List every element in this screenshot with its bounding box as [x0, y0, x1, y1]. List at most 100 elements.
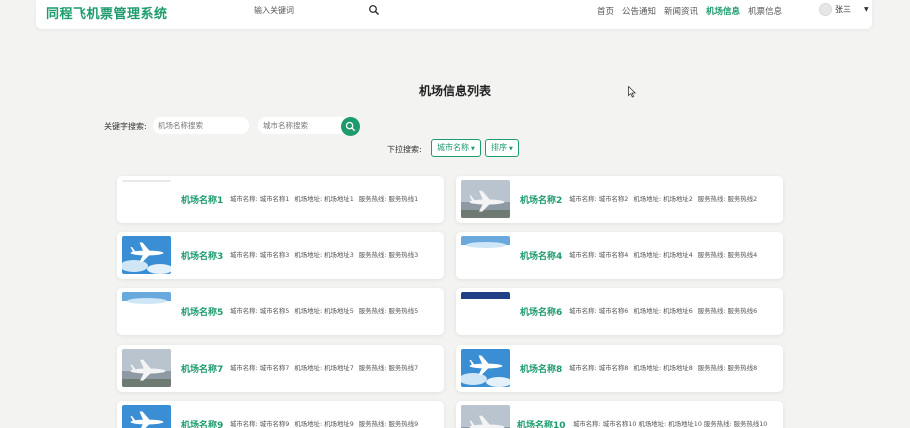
airport-info: 城市名称: 城市名称8 机场地址: 机场地址8 服务热线: 服务热线8: [569, 363, 762, 372]
city-name-dropdown[interactable]: 城市名称 ▼: [431, 139, 481, 157]
city-name-dropdown-label: 城市名称: [437, 143, 469, 152]
service-hotline: 服务热线: 服务热线1: [358, 195, 419, 203]
airport-name[interactable]: 机场名称2: [520, 193, 562, 206]
city-name: 城市名称: 城市名称10: [573, 420, 637, 428]
nav-item-news[interactable]: 新闻资讯: [664, 5, 698, 17]
airport-address: 机场地址: 机场地址9: [294, 420, 354, 428]
page-title: 机场信息列表: [418, 84, 491, 98]
airport-card[interactable]: 机场名称7 城市名称: 城市名称7 机场地址: 机场地址7 服务热线: 服务热线7: [117, 345, 444, 392]
airport-info: 城市名称: 城市名称5 机场地址: 机场地址5 服务热线: 服务热线5: [230, 306, 423, 315]
airport-photo: [122, 405, 171, 428]
airport-thumbnail[interactable]: [122, 292, 171, 330]
service-hotline: 服务热线: 服务热线6: [697, 307, 758, 315]
service-hotline: 服务热线: 服务热线2: [697, 195, 758, 203]
airport-thumbnail[interactable]: [122, 349, 171, 387]
service-hotline: 服务热线: 服务热线4: [697, 251, 758, 259]
airport-card[interactable]: 机场名称10 城市名称: 城市名称10 机场地址: 机场地址10 服务热线: 服务热…: [456, 401, 783, 428]
airport-info: 城市名称: 城市名称4 机场地址: 机场地址4 服务热线: 服务热线4: [569, 250, 762, 259]
airport-address: 机场地址: 机场地址4: [633, 251, 693, 259]
user-menu[interactable]: 张三 ▼: [819, 3, 869, 16]
airport-info: 城市名称: 城市名称3 机场地址: 机场地址3 服务热线: 服务热线3: [230, 250, 423, 259]
airport-card[interactable]: 机场名称2 城市名称: 城市名称2 机场地址: 机场地址2 服务热线: 服务热线2: [456, 176, 783, 223]
airport-name[interactable]: 机场名称4: [520, 249, 562, 262]
airport-photo: [461, 349, 510, 387]
airport-card[interactable]: 机场名称8 城市名称: 城市名称8 机场地址: 机场地址8 服务热线: 服务热线8: [456, 345, 783, 392]
city-name: 城市名称: 城市名称1: [230, 195, 290, 203]
airport-photo: [122, 349, 171, 387]
city-name: 城市名称: 城市名称8: [569, 364, 629, 372]
mouse-cursor-icon: [628, 86, 636, 98]
nav-item-notices[interactable]: 公告通知: [622, 5, 656, 17]
airport-thumbnail[interactable]: [461, 405, 510, 428]
airport-photo: [461, 236, 510, 274]
airport-card[interactable]: 机场名称4 城市名称: 城市名称4 机场地址: 机场地址4 服务热线: 服务热线4: [456, 232, 783, 279]
airport-info: 城市名称: 城市名称9 机场地址: 机场地址9 服务热线: 服务热线9: [230, 419, 423, 428]
airport-address: 机场地址: 机场地址5: [294, 307, 354, 315]
airport-thumbnail[interactable]: [461, 292, 510, 330]
airport-thumbnail[interactable]: [122, 236, 171, 274]
brand-title[interactable]: 同程飞机票管理系统: [46, 3, 168, 22]
airport-thumbnail[interactable]: [122, 180, 171, 218]
airport-name[interactable]: 机场名称5: [181, 305, 223, 318]
nav-item-tickets[interactable]: 机票信息: [748, 5, 782, 17]
airport-name[interactable]: 机场名称8: [520, 362, 562, 375]
city-name: 城市名称: 城市名称2: [569, 195, 629, 203]
search-icon[interactable]: [368, 4, 380, 16]
avatar[interactable]: [819, 3, 832, 16]
city-name: 城市名称: 城市名称7: [230, 364, 290, 372]
airport-card[interactable]: 机场名称5 城市名称: 城市名称5 机场地址: 机场地址5 服务热线: 服务热线5: [117, 288, 444, 335]
airport-name[interactable]: 机场名称7: [181, 362, 223, 375]
airport-name[interactable]: 机场名称6: [520, 305, 562, 318]
service-hotline: 服务热线: 服务热线7: [358, 364, 419, 372]
caret-down-icon[interactable]: ▼: [864, 6, 869, 13]
header-search-input[interactable]: 输入关键词: [254, 4, 386, 18]
top-header: 同程飞机票管理系统 输入关键词 首页 公告通知 新闻资讯 机场信息 机票信息 张…: [36, 0, 872, 29]
city-name-search-input[interactable]: 城市名称搜索: [258, 117, 354, 134]
dropdown-search-label: 下拉搜索:: [387, 145, 422, 154]
airport-card[interactable]: 机场名称6 城市名称: 城市名称6 机场地址: 机场地址6 服务热线: 服务热线6: [456, 288, 783, 335]
airport-name[interactable]: 机场名称9: [181, 418, 223, 428]
airport-photo: [122, 180, 171, 218]
airport-photo: [461, 405, 510, 428]
airport-name-search-input[interactable]: 机场名称搜索: [153, 117, 249, 134]
airport-card[interactable]: 机场名称9 城市名称: 城市名称9 机场地址: 机场地址9 服务热线: 服务热线9: [117, 401, 444, 428]
airport-thumbnail[interactable]: [122, 405, 171, 428]
keyword-search-label: 关键字搜索:: [104, 122, 147, 131]
sort-dropdown-label: 排序: [491, 143, 507, 152]
airport-address: 机场地址: 机场地址3: [294, 251, 354, 259]
airport-name[interactable]: 机场名称10: [517, 418, 566, 428]
main-nav: 首页 公告通知 新闻资讯 机场信息 机票信息: [597, 5, 782, 17]
sort-dropdown[interactable]: 排序 ▼: [485, 139, 519, 157]
airport-info: 城市名称: 城市名称7 机场地址: 机场地址7 服务热线: 服务热线7: [230, 363, 423, 372]
service-hotline: 服务热线: 服务热线9: [358, 420, 419, 428]
airport-address: 机场地址: 机场地址2: [633, 195, 693, 203]
search-icon: [345, 121, 356, 132]
city-name: 城市名称: 城市名称3: [230, 251, 290, 259]
airport-card[interactable]: 机场名称3 城市名称: 城市名称3 机场地址: 机场地址3 服务热线: 服务热线3: [117, 232, 444, 279]
airport-photo: [122, 292, 171, 330]
airport-card[interactable]: 机场名称1 城市名称: 城市名称1 机场地址: 机场地址1 服务热线: 服务热线1: [117, 176, 444, 223]
airport-photo: [461, 292, 510, 330]
airport-name[interactable]: 机场名称1: [181, 193, 223, 206]
airport-address: 机场地址: 机场地址1: [294, 195, 354, 203]
airport-thumbnail[interactable]: [461, 236, 510, 274]
service-hotline: 服务热线: 服务热线8: [697, 364, 758, 372]
city-name: 城市名称: 城市名称5: [230, 307, 290, 315]
city-name: 城市名称: 城市名称6: [569, 307, 629, 315]
airport-name[interactable]: 机场名称3: [181, 249, 223, 262]
service-hotline: 服务热线: 服务热线5: [358, 307, 419, 315]
nav-item-airports[interactable]: 机场信息: [706, 5, 740, 17]
airport-photo: [122, 236, 171, 274]
service-hotline: 服务热线: 服务热线10: [703, 420, 768, 428]
airport-thumbnail[interactable]: [461, 349, 510, 387]
search-button[interactable]: [341, 117, 360, 136]
user-name[interactable]: 张三: [835, 4, 851, 15]
service-hotline: 服务热线: 服务热线3: [358, 251, 419, 259]
airport-thumbnail[interactable]: [461, 180, 510, 218]
airport-photo: [461, 180, 510, 218]
airport-address: 机场地址: 机场地址8: [633, 364, 693, 372]
city-name: 城市名称: 城市名称9: [230, 420, 290, 428]
airport-address: 机场地址: 机场地址7: [294, 364, 354, 372]
caret-down-icon: ▼: [509, 146, 513, 152]
nav-item-home[interactable]: 首页: [597, 5, 614, 17]
